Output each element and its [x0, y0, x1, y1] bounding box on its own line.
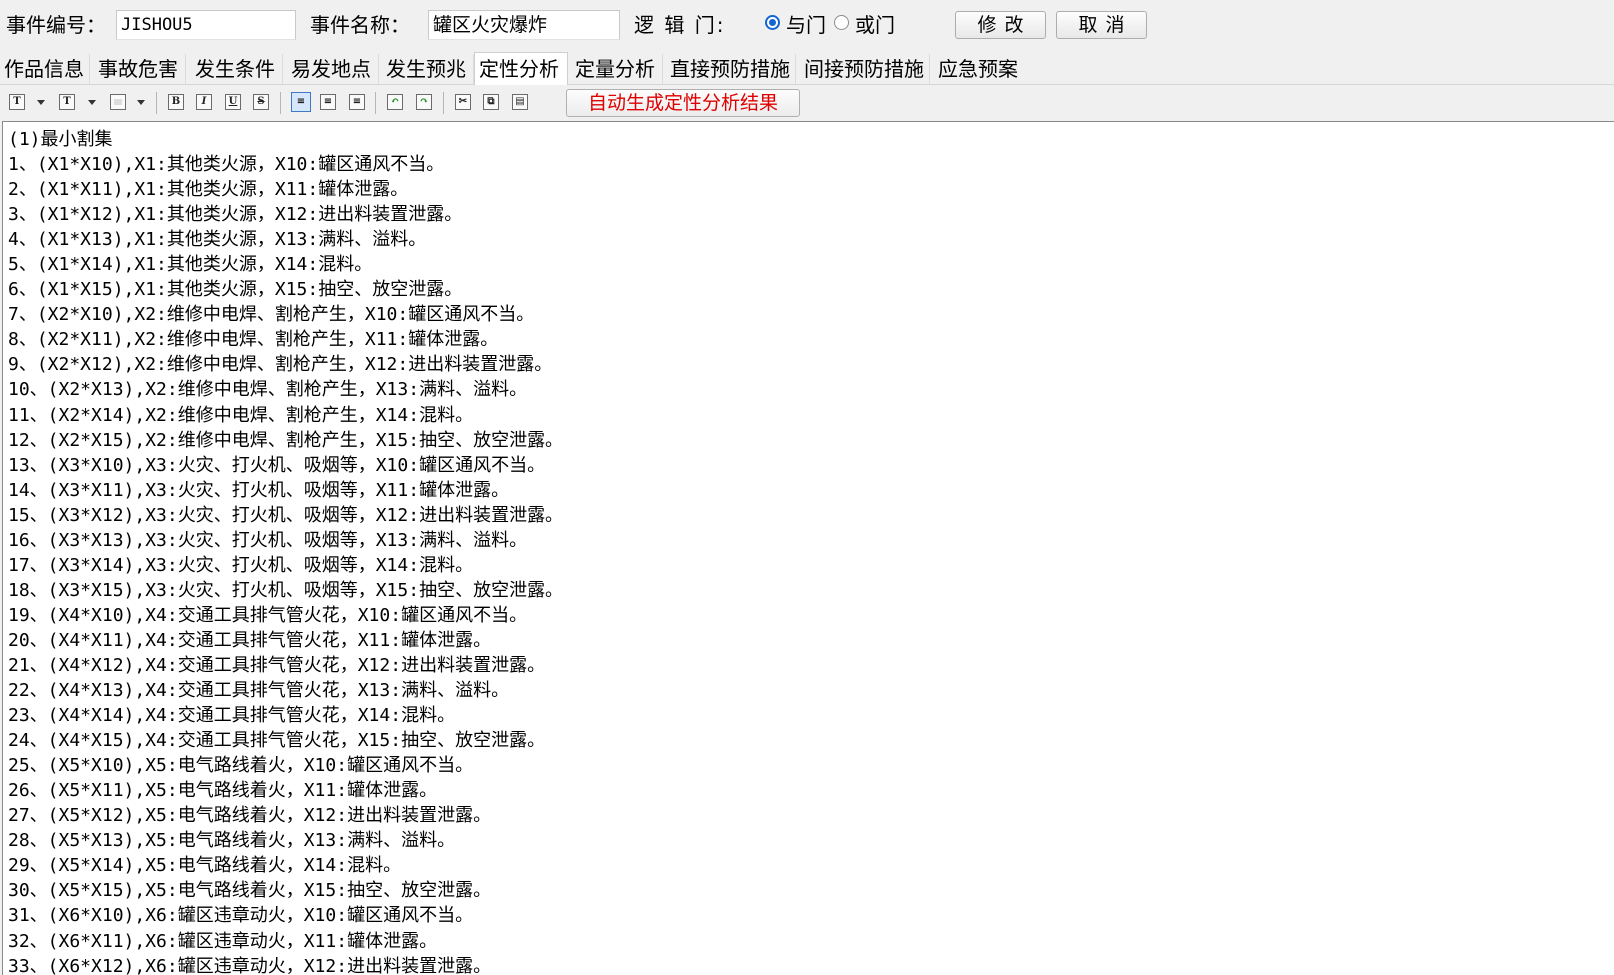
cut-set-line: 19、(X4*X10),X4:交通工具排气管火花，X10:罐区通风不当。	[8, 604, 528, 626]
or-gate-label[interactable]: 或门	[855, 12, 895, 38]
tab-direct-prevention[interactable]: 直接预防措施	[666, 54, 796, 84]
cut-set-line: 23、(X4*X14),X4:交通工具排气管火花，X14:混料。	[8, 705, 456, 727]
event-name-label: 事件名称：	[310, 13, 410, 37]
auto-generate-qualitative-result-button[interactable]: 自动生成定性分析结果	[566, 89, 800, 117]
color-dropdown-chevron-icon[interactable]	[137, 100, 145, 105]
tab-quantitative-analysis[interactable]: 定量分析	[571, 54, 663, 84]
and-gate-label[interactable]: 与门	[786, 12, 826, 38]
font-size-dropdown-chevron-icon[interactable]	[88, 100, 96, 105]
cut-set-line: 30、(X5*X15),X5:电气路线着火，X15:抽空、放空泄露。	[8, 880, 492, 902]
toolbar-divider	[443, 92, 444, 114]
tab-work-info[interactable]: 作品信息	[0, 54, 90, 84]
logic-gate-label: 逻 辑 门:	[634, 13, 726, 37]
tab-emergency-plan[interactable]: 应急预案	[934, 54, 1026, 84]
cut-set-line: 22、(X4*X13),X4:交通工具排气管火花，X13:满料、溢料。	[8, 680, 510, 702]
cut-set-line: 1、(X1*X10),X1:其他类火源，X10:罐区通风不当。	[8, 154, 445, 176]
cut-set-line: 20、(X4*X11),X4:交通工具排气管火花，X11:罐体泄露。	[8, 629, 492, 651]
paste-icon[interactable]: ▤	[512, 94, 528, 110]
align-center-icon[interactable]: ≡	[320, 94, 336, 110]
event-form-row: 事件编号： JISHOU5 事件名称： 罐区火灾爆炸 逻 辑 门: 与门 或门 …	[0, 0, 1614, 50]
cut-set-line: 7、(X2*X10),X2:维修中电焊、割枪产生，X10:罐区通风不当。	[8, 304, 535, 326]
cut-set-line: 32、(X6*X11),X6:罐区违章动火，X11:罐体泄露。	[8, 930, 438, 952]
format-toolbar: T T B I U S ≡ ≡ ≡ ↶ ↷ ✂ ⧉ ▤ 自动生成定性分析结果	[0, 88, 1614, 118]
cut-set-line: 31、(X6*X10),X6:罐区违章动火，X10:罐区通风不当。	[8, 905, 474, 927]
cut-set-line: 26、(X5*X11),X5:电气路线着火，X11:罐体泄露。	[8, 780, 438, 802]
cut-set-line: 29、(X5*X14),X5:电气路线着火，X14:混料。	[8, 855, 402, 877]
cut-set-line: 3、(X1*X12),X1:其他类火源，X12:进出料装置泄露。	[8, 204, 463, 226]
cut-set-line: 33、(X6*X12),X6:罐区违章动火，X12:进出料装置泄露。	[8, 955, 492, 975]
event-id-input[interactable]: JISHOU5	[116, 10, 296, 40]
cut-set-line: 2、(X1*X11),X1:其他类火源，X11:罐体泄露。	[8, 179, 409, 201]
cut-set-line: 5、(X1*X14),X1:其他类火源，X14:混料。	[8, 254, 373, 276]
section-heading: (1)最小割集	[8, 129, 113, 150]
cut-set-line: 6、(X1*X15),X1:其他类火源，X15:抽空、放空泄露。	[8, 279, 463, 301]
cut-set-line: 24、(X4*X15),X4:交通工具排气管火花，X15:抽空、放空泄露。	[8, 730, 546, 752]
modify-button[interactable]: 修改	[955, 11, 1046, 39]
cut-set-line: 13、(X3*X10),X3:火灾、打火机、吸烟等，X10:罐区通风不当。	[8, 454, 546, 476]
cut-icon[interactable]: ✂	[455, 94, 471, 110]
event-id-label: 事件编号：	[6, 13, 106, 37]
cut-set-line: 28、(X5*X13),X5:电气路线着火，X13:满料、溢料。	[8, 830, 456, 852]
tab-precursors[interactable]: 发生预兆	[382, 54, 474, 84]
font-size-icon[interactable]: T	[59, 94, 75, 110]
cut-set-line: 27、(X5*X12),X5:电气路线着火，X12:进出料装置泄露。	[8, 805, 492, 827]
editor-content: (1)最小割集 1、(X1*X10),X1:其他类火源，X10:罐区通风不当。 2、…	[8, 127, 1614, 975]
tab-accident-hazard[interactable]: 事故危害	[94, 54, 186, 84]
tab-indirect-prevention[interactable]: 间接预防措施	[800, 54, 930, 84]
cancel-button[interactable]: 取消	[1056, 11, 1147, 39]
and-gate-radio[interactable]	[765, 15, 780, 30]
qualitative-analysis-editor[interactable]: (1)最小割集 1、(X1*X10),X1:其他类火源，X10:罐区通风不当。 2、…	[2, 121, 1614, 975]
align-left-icon[interactable]: ≡	[291, 92, 311, 112]
italic-icon[interactable]: I	[196, 94, 212, 110]
tab-conditions[interactable]: 发生条件	[191, 54, 283, 84]
color-icon[interactable]	[110, 94, 126, 110]
align-right-icon[interactable]: ≡	[349, 94, 365, 110]
tab-locations[interactable]: 易发地点	[287, 54, 379, 84]
cut-set-line: 10、(X2*X13),X2:维修中电焊、割枪产生，X13:满料、溢料。	[8, 379, 528, 401]
or-gate-radio[interactable]	[834, 15, 849, 30]
redo-icon[interactable]: ↷	[416, 94, 432, 110]
cut-set-line: 9、(X2*X12),X2:维修中电焊、割枪产生，X12:进出料装置泄露。	[8, 354, 553, 376]
strikethrough-icon[interactable]: S	[253, 94, 269, 110]
cut-set-line: 17、(X3*X14),X3:火灾、打火机、吸烟等，X14:混料。	[8, 554, 474, 576]
toolbar-divider	[375, 92, 376, 114]
cut-set-line: 11、(X2*X14),X2:维修中电焊、割枪产生，X14:混料。	[8, 404, 474, 426]
copy-icon[interactable]: ⧉	[483, 94, 499, 110]
cut-set-line: 12、(X2*X15),X2:维修中电焊、割枪产生，X15:抽空、放空泄露。	[8, 429, 564, 451]
cut-set-line: 18、(X3*X15),X3:火灾、打火机、吸烟等，X15:抽空、放空泄露。	[8, 579, 564, 601]
cut-set-line: 25、(X5*X10),X5:电气路线着火，X10:罐区通风不当。	[8, 755, 474, 777]
font-icon[interactable]: T	[9, 94, 25, 110]
toolbar-divider	[280, 92, 281, 114]
font-dropdown-chevron-icon[interactable]	[37, 100, 45, 105]
underline-icon[interactable]: U	[225, 94, 241, 110]
cut-set-line: 8、(X2*X11),X2:维修中电焊、割枪产生，X11:罐体泄露。	[8, 329, 499, 351]
cut-set-line: 14、(X3*X11),X3:火灾、打火机、吸烟等，X11:罐体泄露。	[8, 479, 510, 501]
tab-qualitative-analysis[interactable]: 定性分析	[474, 52, 568, 85]
cut-set-line: 4、(X1*X13),X1:其他类火源，X13:满料、溢料。	[8, 229, 427, 251]
undo-icon[interactable]: ↶	[387, 94, 403, 110]
event-name-input[interactable]: 罐区火灾爆炸	[428, 10, 620, 40]
cut-set-line: 16、(X3*X13),X3:火灾、打火机、吸烟等，X13:满料、溢料。	[8, 529, 528, 551]
bold-icon[interactable]: B	[168, 94, 184, 110]
tab-bar: 作品信息 事故危害 发生条件 易发地点 发生预兆 定性分析 定量分析 直接预防措…	[0, 52, 1614, 85]
cut-set-line: 21、(X4*X12),X4:交通工具排气管火花，X12:进出料装置泄露。	[8, 654, 546, 676]
toolbar-divider	[156, 92, 157, 114]
cut-set-line: 15、(X3*X12),X3:火灾、打火机、吸烟等，X12:进出料装置泄露。	[8, 504, 564, 526]
